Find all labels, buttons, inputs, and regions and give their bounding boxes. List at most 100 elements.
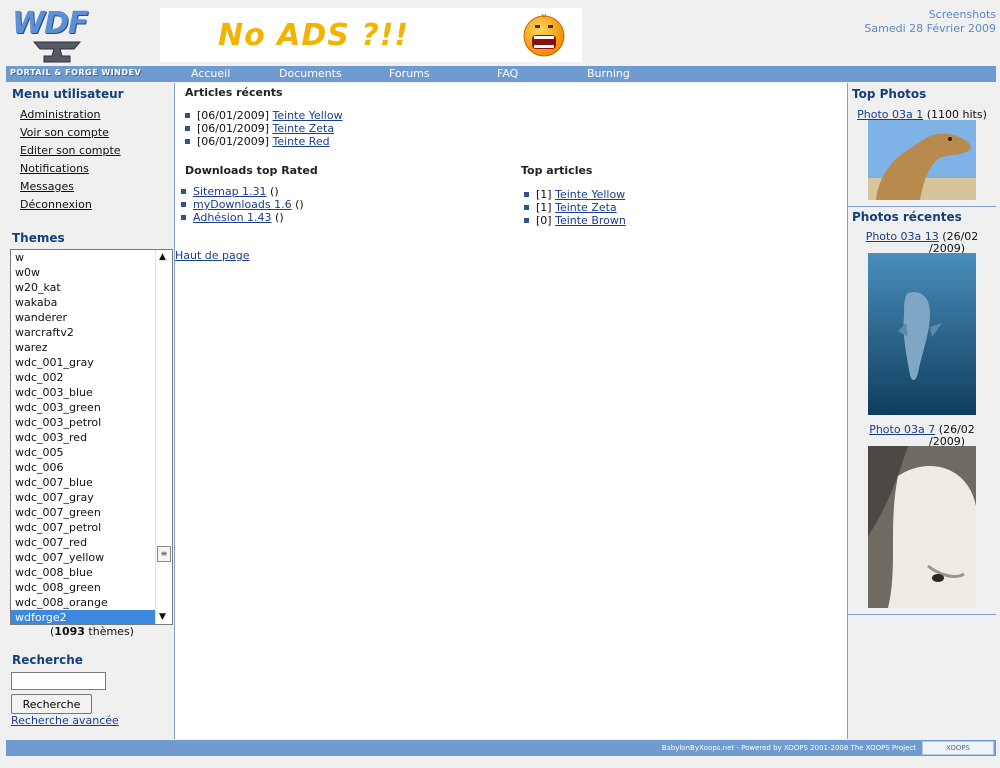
current-date: Samedi 28 Février 2009 xyxy=(864,22,996,35)
theme-option[interactable]: wdc_006 xyxy=(11,460,155,475)
list-item: [06/01/2009] Teinte Red xyxy=(175,135,495,148)
menu-link-logout[interactable]: Déconnexion xyxy=(20,196,174,214)
article-link[interactable]: Teinte Zeta xyxy=(555,201,617,214)
themes-options: w w0w w20_kat wakaba wanderer warcraftv2 warez… xyxy=(11,250,155,624)
nav-item-faq[interactable]: FAQ xyxy=(497,67,518,80)
list-item: [1] Teinte Yellow xyxy=(514,188,834,201)
theme-option[interactable]: warez xyxy=(11,340,155,355)
theme-option[interactable]: wdc_007_blue xyxy=(11,475,155,490)
nav-item-documents[interactable]: Documents xyxy=(279,67,342,80)
site-header: WDF No ADS ?!! Screenshots Samedi 28 Fév… xyxy=(0,0,1000,66)
article-link[interactable]: Teinte Yellow xyxy=(555,188,625,201)
theme-option[interactable]: wdc_008_green xyxy=(11,580,155,595)
download-link[interactable]: myDownloads 1.6 xyxy=(193,198,292,211)
theme-option[interactable]: w20_kat xyxy=(11,280,155,295)
theme-option[interactable]: wdforge2 xyxy=(11,610,155,624)
nav-item-forums[interactable]: Forums xyxy=(389,67,430,80)
site-logo[interactable]: WDF xyxy=(12,6,102,64)
article-date: [06/01/2009] xyxy=(197,109,269,122)
theme-option[interactable]: wdc_003_blue xyxy=(11,385,155,400)
list-item: Sitemap 1.31 () xyxy=(171,185,491,198)
article-count: [1] xyxy=(536,188,552,201)
article-link[interactable]: Teinte Zeta xyxy=(272,122,334,135)
theme-option[interactable]: warcraftv2 xyxy=(11,325,155,340)
search-button[interactable]: Recherche xyxy=(11,694,92,714)
themes-scrollbar[interactable]: ▲ ≡ ▼ xyxy=(155,250,172,624)
article-date: [06/01/2009] xyxy=(197,122,269,135)
menu-link-messages[interactable]: Messages xyxy=(20,178,174,196)
site-footer: BabylonByXoops.net - Powered by XOOPS 20… xyxy=(6,740,996,756)
theme-option[interactable]: wdc_007_petrol xyxy=(11,520,155,535)
theme-option[interactable]: wdc_002 xyxy=(11,370,155,385)
theme-option[interactable]: wdc_003_petrol xyxy=(11,415,155,430)
theme-option[interactable]: wdc_008_orange xyxy=(11,595,155,610)
theme-option[interactable]: wdc_001_gray xyxy=(11,355,155,370)
theme-option[interactable]: wakaba xyxy=(11,295,155,310)
menu-link-notifications[interactable]: Notifications xyxy=(20,160,174,178)
download-rating: () xyxy=(275,211,284,224)
top-photos-title: Top Photos xyxy=(852,87,927,101)
article-count: [0] xyxy=(536,214,552,227)
themes-count: (1093 thèmes) xyxy=(6,625,178,638)
dolphin-image xyxy=(868,253,976,415)
theme-option[interactable]: wdc_003_red xyxy=(11,430,155,445)
theme-option[interactable]: wdc_007_gray xyxy=(11,490,155,505)
scroll-down-icon[interactable]: ▼ xyxy=(159,612,166,622)
top-articles-list: [1] Teinte Yellow [1] Teinte Zeta [0] Te… xyxy=(514,188,834,227)
main-content: Articles récents [06/01/2009] Teinte Yel… xyxy=(175,83,848,739)
theme-option[interactable]: w xyxy=(11,250,155,265)
recent-photo-caption-2: Photo 03a 7 (26/02 /2009) xyxy=(848,424,996,448)
nav-item-accueil[interactable]: Accueil xyxy=(191,67,230,80)
powered-by-text: BabylonByXoops.net - Powered by XOOPS 20… xyxy=(661,744,916,752)
camel-image xyxy=(868,120,976,200)
advanced-search-link[interactable]: Recherche avancée xyxy=(11,714,119,727)
theme-option[interactable]: wdc_003_green xyxy=(11,400,155,415)
xoops-badge[interactable]: XOOPS xyxy=(922,741,994,755)
themes-title: Themes xyxy=(12,231,65,245)
nav-brand: PORTAIL & FORGE WINDEV xyxy=(10,68,142,77)
download-rating: () xyxy=(270,185,279,198)
article-date: [06/01/2009] xyxy=(197,135,269,148)
themes-count-number: 1093 xyxy=(54,625,85,638)
article-link[interactable]: Teinte Red xyxy=(272,135,329,148)
right-sidebar: Top Photos Photo 03a 1 (1100 hits) Photo… xyxy=(848,83,996,739)
article-link[interactable]: Teinte Brown xyxy=(555,214,626,227)
top-articles-title: Top articles xyxy=(521,164,593,177)
downloads-title: Downloads top Rated xyxy=(185,164,318,177)
back-to-top-link[interactable]: Haut de page xyxy=(175,249,250,262)
nav-item-burning[interactable]: Burning xyxy=(587,67,630,80)
theme-option[interactable]: wdc_008_blue xyxy=(11,565,155,580)
ad-banner[interactable]: No ADS ?!! xyxy=(160,8,582,62)
menu-link-administration[interactable]: Administration xyxy=(20,106,174,124)
xoops-badge-text: XOOPS xyxy=(945,744,971,752)
theme-option[interactable]: wdc_007_yellow xyxy=(11,550,155,565)
download-link[interactable]: Sitemap 1.31 xyxy=(193,185,267,198)
search-title: Recherche xyxy=(12,653,83,667)
search-input[interactable] xyxy=(11,672,106,690)
logo-text: WDF xyxy=(12,6,88,41)
polar-bear-photo[interactable] xyxy=(868,446,976,608)
list-item: Adhésion 1.43 () xyxy=(171,211,491,224)
sidebar-divider xyxy=(848,614,996,615)
download-link[interactable]: Adhésion 1.43 xyxy=(193,211,272,224)
theme-option[interactable]: wanderer xyxy=(11,310,155,325)
theme-option[interactable]: w0w xyxy=(11,265,155,280)
scroll-thumb[interactable]: ≡ xyxy=(157,546,171,562)
menu-link-edit-account[interactable]: Editer son compte xyxy=(20,142,174,160)
scroll-up-icon[interactable]: ▲ xyxy=(159,252,166,262)
camel-photo[interactable] xyxy=(868,120,976,200)
list-item: [0] Teinte Brown xyxy=(514,214,834,227)
themes-listbox[interactable]: w w0w w20_kat wakaba wanderer warcraftv2 warez… xyxy=(10,249,173,625)
menu-link-account[interactable]: Voir son compte xyxy=(20,124,174,142)
list-item: [06/01/2009] Teinte Zeta xyxy=(175,122,495,135)
dolphin-photo[interactable] xyxy=(868,253,976,415)
article-link[interactable]: Teinte Yellow xyxy=(272,109,342,122)
recent-photos-title: Photos récentes xyxy=(852,210,962,224)
banner-text: No ADS ?!! xyxy=(218,18,410,53)
polar-bear-image xyxy=(868,446,976,608)
theme-option[interactable]: wdc_007_green xyxy=(11,505,155,520)
theme-option[interactable]: wdc_007_red xyxy=(11,535,155,550)
theme-option[interactable]: wdc_005 xyxy=(11,445,155,460)
sidebar-divider xyxy=(848,206,996,207)
article-count: [1] xyxy=(536,201,552,214)
